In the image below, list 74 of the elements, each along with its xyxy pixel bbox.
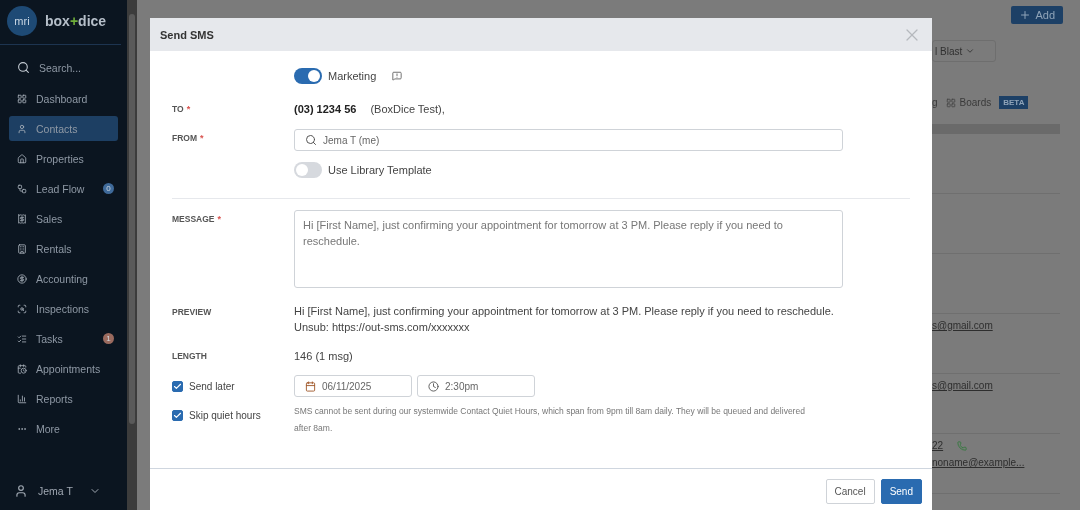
nav-item[interactable]: Appointments (9, 356, 118, 381)
email-link[interactable]: s@gmail.com (932, 380, 1060, 391)
nav-icon (17, 333, 27, 344)
nav-icon (17, 153, 27, 164)
phone-number: (03) 1234 56 (294, 103, 357, 115)
length-value: 146 (1 msg) (294, 350, 353, 362)
count-badge: 0 (103, 183, 114, 194)
checkbox-label: Skip quiet hours (189, 410, 261, 421)
nav-icon (17, 213, 27, 224)
field-label: TO (172, 104, 184, 114)
nav-icon (17, 93, 27, 104)
phone-link[interactable]: 22 (932, 440, 944, 451)
user-icon (14, 484, 28, 498)
from-search-field[interactable]: Jema T (me) (294, 129, 843, 151)
preview-text: Unsub: https://out-sms.com/xxxxxxx (294, 320, 471, 335)
nav-item[interactable]: Contacts (9, 116, 118, 141)
required-mark: * (200, 133, 204, 143)
logo-mark: mri (7, 6, 37, 36)
chevron-icon (965, 46, 976, 56)
nav-icon (17, 183, 27, 194)
user-menu[interactable]: Jema T (0, 480, 127, 510)
nav-item[interactable]: Lead Flow 0 (9, 176, 118, 201)
date-field[interactable]: 06/11/2025 (294, 375, 412, 397)
nav-icon (17, 393, 27, 404)
checkbox[interactable] (172, 410, 183, 421)
nav-item[interactable]: Dashboard (9, 86, 118, 111)
count-badge: 1 (103, 333, 114, 344)
nav-item[interactable]: Sales (9, 206, 118, 231)
dialog-title: Send SMS (160, 28, 214, 41)
field-label: PREVIEW (172, 307, 212, 317)
nav-item[interactable]: Properties (9, 146, 118, 171)
checkbox[interactable] (172, 380, 183, 392)
brand-name: box+dice (45, 13, 107, 29)
beta-tag: BETA (999, 96, 1029, 109)
nav-item[interactable]: More (9, 416, 118, 441)
calendar-icon (305, 380, 316, 392)
email-link[interactable]: noname@example... (932, 457, 1060, 468)
cancel-button[interactable]: Cancel (825, 479, 875, 504)
field-label: FROM (172, 133, 198, 143)
preview-text: Hi [First Name], just confirming your appointment for tomorrow at 3 PM. Please reply if you need to reschedule. (294, 304, 834, 319)
send-button[interactable]: Send (880, 479, 922, 504)
quiet-hours-note: SMS cannot be sent during our systemwide Contact Quiet Hours, which span from 9pm till 8am daily. They will be queued and delivered after 8am. (294, 405, 806, 435)
nav-item[interactable]: Reports (9, 386, 118, 411)
toggle-label: Use Library Template (328, 164, 432, 176)
message-field[interactable]: Hi [First Name], just confirming your appointment for tomorrow at 3 PM. Please reply if you need to reschedule. (294, 210, 843, 288)
nav-item[interactable]: Rentals (9, 236, 118, 261)
nav-item[interactable]: Inspections (9, 296, 118, 321)
nav-item[interactable]: Tasks 1 (9, 326, 118, 351)
checkbox-label: Send later (189, 380, 235, 392)
scrollbar[interactable] (129, 14, 135, 424)
field-label: MESSAGE (172, 214, 215, 224)
nav-icon (17, 303, 27, 314)
toggle-label: Marketing (328, 70, 377, 82)
nav-icon (17, 273, 27, 284)
nav-icon (17, 123, 27, 134)
required-mark: * (217, 214, 222, 224)
nav-item[interactable]: Accounting (9, 266, 118, 291)
toggle-switch[interactable] (294, 162, 322, 178)
clock-icon (428, 380, 439, 392)
search-icon (305, 134, 317, 146)
field-label: LENGTH (172, 351, 207, 361)
nav-icon (17, 363, 27, 374)
search-field[interactable]: Search... (9, 55, 118, 80)
grid-icon (945, 97, 956, 108)
help-icon[interactable] (392, 71, 403, 81)
search-icon (17, 61, 30, 74)
email-link[interactable]: s@gmail.com (932, 320, 1060, 331)
nav-icon (17, 243, 27, 254)
plus-icon (1019, 9, 1032, 21)
add-button[interactable]: Add (1011, 6, 1063, 24)
toggle-switch[interactable] (294, 68, 322, 84)
required-mark: * (186, 104, 191, 114)
recipient-name: (BoxDice Test), (370, 103, 445, 115)
time-field[interactable]: 2:30pm (417, 375, 535, 397)
